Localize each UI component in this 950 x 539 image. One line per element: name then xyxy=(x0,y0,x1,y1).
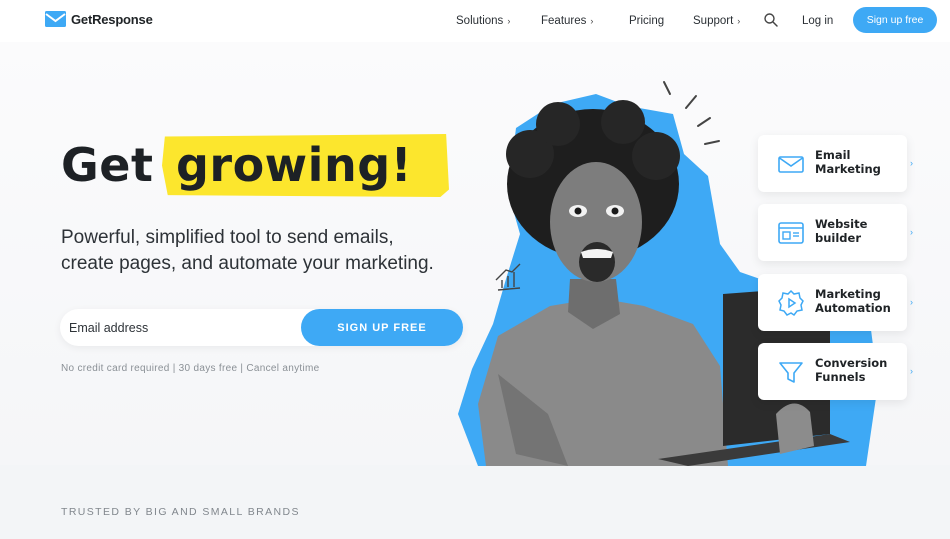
feature-card-marketing-automation[interactable]: Marketing Automation xyxy=(758,274,907,331)
headline-get: Get xyxy=(61,138,154,192)
hero-subline-1: Powerful, simplified tool to send emails… xyxy=(61,227,394,248)
feature-label: Marketing Automation xyxy=(815,287,891,315)
nav-features-label: Features xyxy=(541,15,587,27)
chevron-right-icon: › xyxy=(737,16,741,26)
chevron-right-icon: › xyxy=(507,16,511,26)
envelope-logo-icon xyxy=(45,11,66,27)
hero-subline-2: create pages, and automate your marketin… xyxy=(61,253,434,274)
signup-header-button[interactable]: Sign up free xyxy=(853,7,937,33)
signup-fineprint: No credit card required | 30 days free |… xyxy=(61,363,320,374)
gear-play-icon xyxy=(778,289,804,317)
top-navigation-bar: GetResponse Solutions › Features › Pricing… xyxy=(0,0,950,42)
nav-support[interactable]: Support › xyxy=(693,0,740,42)
signup-free-button[interactable]: SIGN UP FREE xyxy=(301,309,463,346)
nav-support-label: Support xyxy=(693,15,734,27)
funnel-icon xyxy=(779,362,803,383)
feature-card-email-marketing[interactable]: Email Marketing xyxy=(758,135,907,192)
nav-pricing[interactable]: Pricing xyxy=(629,0,664,42)
email-address-input[interactable] xyxy=(69,315,294,340)
trusted-by-heading: TRUSTED BY BIG AND SMALL BRANDS xyxy=(61,506,300,518)
login-label: Log in xyxy=(802,15,834,27)
feature-label: Conversion Funnels xyxy=(815,356,888,384)
hero-headline: Get growing! xyxy=(61,138,412,198)
feature-label: Email Marketing xyxy=(815,148,881,176)
hero-photo-woman-with-laptop xyxy=(458,81,878,466)
headline-growing: growing! xyxy=(175,138,413,192)
nav-pricing-label: Pricing xyxy=(629,15,665,27)
envelope-icon xyxy=(778,156,804,173)
logo-wordmark: GetResponse xyxy=(71,11,153,27)
browser-window-icon xyxy=(778,222,804,244)
feature-card-website-builder[interactable]: Website builder xyxy=(758,204,907,261)
nav-solutions[interactable]: Solutions › xyxy=(456,0,510,42)
nav-features[interactable]: Features › xyxy=(541,0,593,42)
chevron-right-icon: › xyxy=(910,227,913,237)
login-link[interactable]: Log in xyxy=(802,0,833,42)
chevron-right-icon: › xyxy=(910,366,913,376)
chevron-right-icon: › xyxy=(910,297,913,307)
feature-label: Website builder xyxy=(815,217,868,245)
search-icon[interactable] xyxy=(763,12,779,28)
chevron-right-icon: › xyxy=(910,158,913,168)
chevron-right-icon: › xyxy=(590,16,594,26)
feature-card-conversion-funnels[interactable]: Conversion Funnels xyxy=(758,343,907,400)
nav-solutions-label: Solutions xyxy=(456,15,504,27)
signup-form: SIGN UP FREE xyxy=(60,309,463,346)
getresponse-logo[interactable]: GetResponse xyxy=(45,11,153,27)
